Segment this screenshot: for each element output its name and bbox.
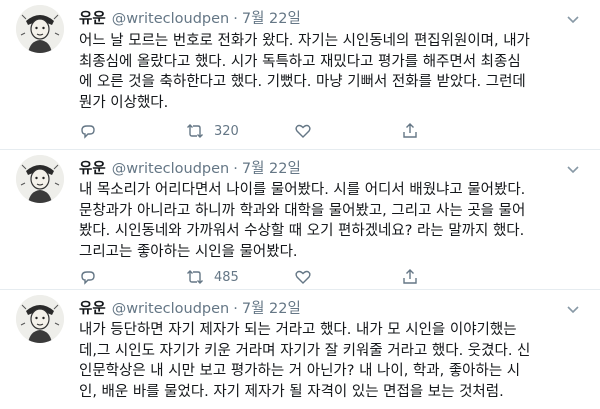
like-button[interactable] [294, 121, 312, 141]
reply-button[interactable] [79, 121, 97, 141]
share-icon [403, 269, 417, 284]
tweet-text: 어느 날 모르는 번호로 전화가 왔다. 자기는 시인동네의 편집위원이며, 내… [79, 31, 589, 113]
retweet-button[interactable]: 320 [186, 121, 239, 141]
tweet-text-line: 인문학상은 내 시만 보고 평가하는 거 아닌가? 내 나이, 학과, 좋아하는… [79, 363, 521, 380]
tweet-header: 유운 @writecloudpen · 7월 22일 [79, 299, 301, 319]
separator-dot: · [233, 301, 238, 317]
tweet-text: 내가 등단하면 자기 제자가 되는 거라고 했다. 내가 모 시인을 이야기했는… [79, 320, 589, 402]
tweet-text-line: 내가 등단하면 자기 제자가 되는 거라고 했다. 내가 모 시인을 이야기했는 [79, 322, 517, 338]
tweet-text-line: 어느 날 모르는 번호로 전화가 왔다. 자기는 시인동네의 편집위원이며, 내… [79, 33, 530, 49]
share-button[interactable] [401, 267, 419, 287]
tweet-text-line: 문창과가 아니라고 하니까 학과와 대학을 물어봤고, 그리고 사는 곳을 물어 [79, 202, 526, 219]
retweet-count: 320 [214, 123, 239, 139]
like-button[interactable] [294, 267, 312, 287]
tweet-1[interactable]: 유운 @writecloudpen · 7월 22일 어느 날 모르는 번호로 전화가… [0, 0, 600, 150]
tweet-text-line: 내 목소리가 어리다면서 나이를 물어봤다. 시를 어디서 배웠냐고 물어봤다. [79, 182, 526, 198]
reply-icon [81, 125, 95, 139]
user-handle[interactable]: @writecloudpen [112, 301, 230, 317]
user-handle[interactable]: @writecloudpen [112, 161, 230, 177]
tweet-header: 유운 @writecloudpen · 7월 22일 [79, 159, 301, 179]
retweet-icon [187, 270, 203, 284]
retweet-button[interactable]: 485 [186, 267, 239, 287]
tweet-2[interactable]: 유운 @writecloudpen · 7월 22일 내 목소리가 어리다면서 나이를… [0, 150, 600, 290]
user-handle[interactable]: @writecloudpen [112, 11, 230, 27]
tweet-text-line: 봤다. 시인동네와 가까워서 수상할 때 오기 편하겠네요? 라는 말까지 했다… [79, 223, 525, 240]
tweet-text-line: 최종심에 올랐다고 했다. 시가 독특하고 재밌다고 평가를 해주면서 최종심 [79, 53, 521, 70]
chevron-down-icon[interactable] [564, 300, 582, 318]
tweet-text: 내 목소리가 어리다면서 나이를 물어봤다. 시를 어디서 배웠냐고 물어봤다.… [79, 180, 589, 262]
reply-icon [81, 271, 95, 285]
retweet-icon [187, 124, 203, 138]
tweet-3[interactable]: 유운 @writecloudpen · 7월 22일 내가 등단하면 자기 제자가 되… [0, 290, 600, 409]
heart-icon [295, 124, 311, 138]
tweet-text-line: 데,그 시인도 자기가 키운 거라며 자기가 잘 키워줄 거라고 했다. 웃겼다… [79, 342, 531, 359]
avatar[interactable] [16, 295, 64, 343]
tweet-date[interactable]: 7월 22일 [242, 11, 301, 27]
avatar[interactable] [16, 155, 64, 203]
retweet-count: 485 [214, 269, 239, 285]
share-icon [403, 123, 417, 138]
separator-dot: · [233, 11, 238, 27]
tweet-text-line: 인, 배운 바를 물었다. 자기 제자가 될 자격이 있는 면접을 보는 것처럼… [79, 383, 504, 400]
display-name[interactable]: 유운 [79, 301, 106, 317]
tweet-text-line: 그리고는 좋아하는 시인을 물어봤다. [79, 243, 298, 260]
avatar[interactable] [16, 5, 64, 53]
tweet-header: 유운 @writecloudpen · 7월 22일 [79, 9, 301, 29]
separator-dot: · [233, 161, 238, 177]
tweet-text-line: 뭔가 이상했다. [79, 94, 169, 111]
tweet-text-line: 에 오른 것을 축하한다고 했다. 기뻤다. 마냥 기뻐서 전화를 받았다. 그… [79, 74, 526, 91]
display-name[interactable]: 유운 [79, 161, 106, 177]
heart-icon [295, 270, 311, 284]
tweet-date[interactable]: 7월 22일 [242, 301, 301, 317]
tweet-actions: 320 [79, 121, 499, 141]
tweet-date[interactable]: 7월 22일 [242, 161, 301, 177]
chevron-down-icon[interactable] [564, 10, 582, 28]
tweet-actions: 485 [79, 267, 499, 287]
share-button[interactable] [401, 121, 419, 141]
chevron-down-icon[interactable] [564, 160, 582, 178]
reply-button[interactable] [79, 267, 97, 287]
display-name[interactable]: 유운 [79, 11, 106, 27]
